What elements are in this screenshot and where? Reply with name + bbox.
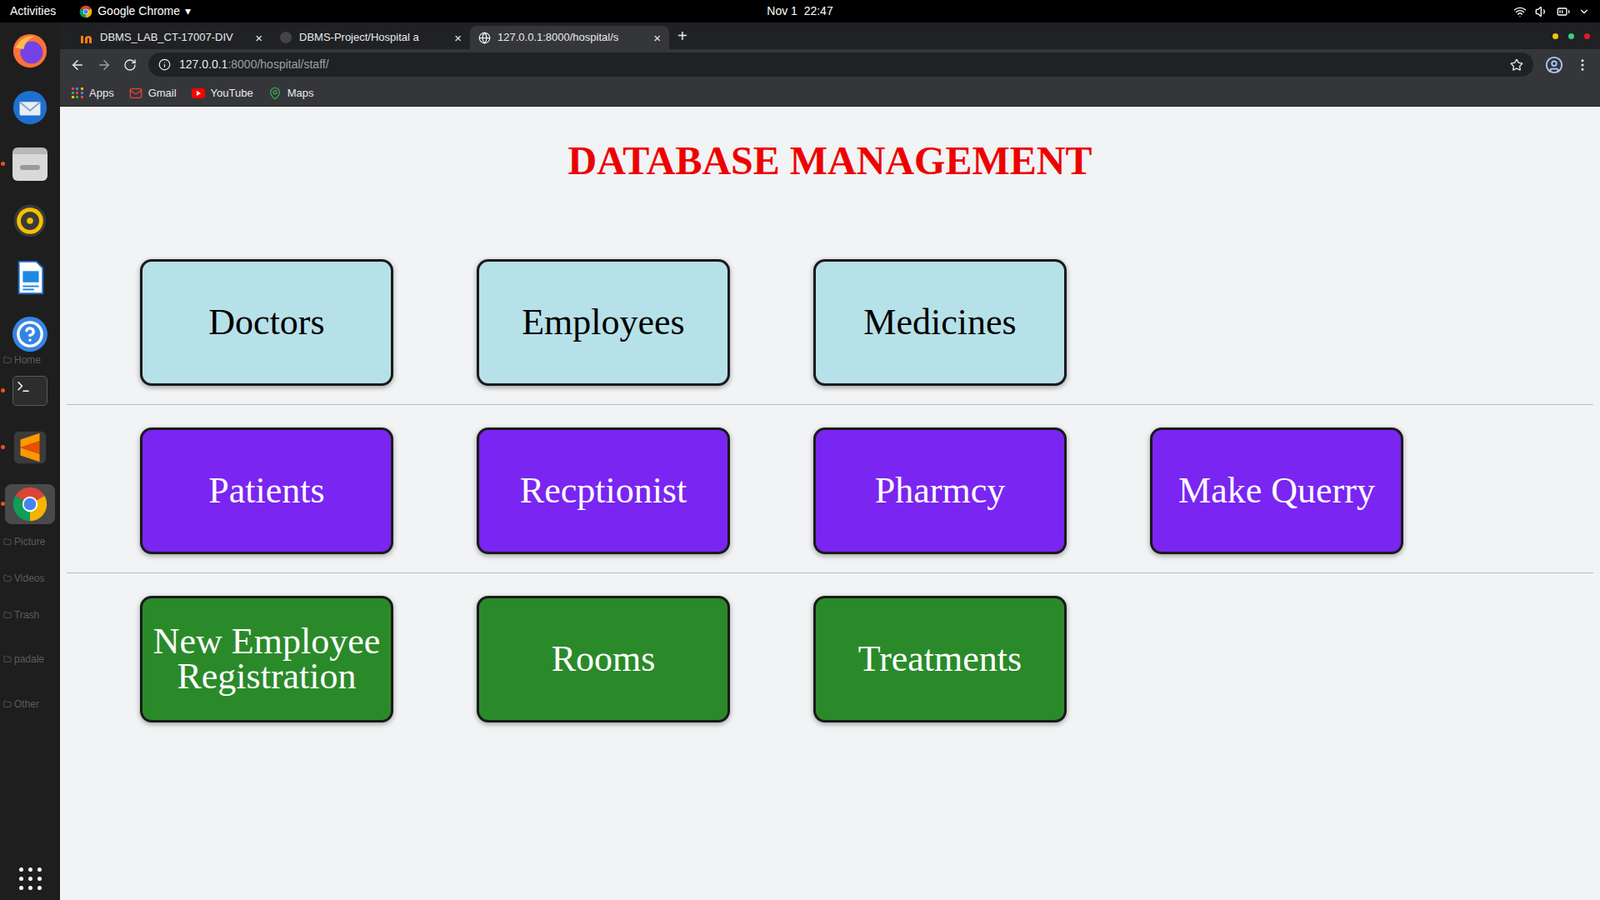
menu-button[interactable]: Treatments [813,595,1067,723]
moodle-icon [80,30,94,45]
menu-button[interactable]: Rooms [476,595,730,723]
dock-item[interactable] [5,484,55,525]
behind-label: padale [3,651,45,667]
profile-icon[interactable] [1545,55,1564,75]
close-dot[interactable] [1584,33,1590,40]
menu-button[interactable]: Employees [476,259,730,386]
writer-icon [10,258,50,297]
tab-bar: DBMS_LAB_CT-17007-DIV×DBMS-Project/Hospi… [60,22,1600,50]
files-icon [12,147,48,181]
tab-close-button[interactable]: × [653,31,661,45]
button-row: New Employee Registration Rooms Treatments [60,595,1600,723]
new-tab-button[interactable]: + [677,27,688,45]
tab[interactable]: 127.0.0.1:8000/hospital/s× [470,25,670,50]
github-icon [279,30,293,45]
row-divider [66,404,1594,405]
menu-button[interactable]: Make Querry [1150,427,1404,555]
running-dot [0,388,5,393]
tray-caret-icon [1578,5,1590,18]
button-row: Doctors Employees Medicines [60,259,1600,386]
app-menu[interactable]: Google Chrome▾ [79,2,191,20]
clock[interactable]: Nov 1 22:47 [766,2,833,20]
maps-icon [268,86,282,100]
youtube-icon [191,88,205,99]
page-title: DATABASE MANAGEMENT [60,106,1600,186]
chrome-icon [11,485,49,523]
activities-button[interactable]: Activities [10,2,56,20]
tab[interactable]: DBMS-Project/Hospital a× [270,25,470,50]
show-apps-icon[interactable] [19,867,42,890]
dock-item[interactable] [5,200,55,241]
battery-icon [1556,5,1570,19]
menu-button[interactable]: Medicines [813,259,1067,386]
maximize-dot[interactable] [1568,33,1575,40]
row-divider [66,572,1594,574]
bookmark[interactable]: YouTube [191,85,254,102]
running-dot [0,445,5,450]
menu-button[interactable]: Doctors [140,259,394,386]
apps-icon [71,87,84,100]
sublime-icon [10,428,50,467]
toolbar: 127.0.0.1:8000/hospital/staff/ [60,49,1600,80]
behind-label: Trash [3,607,40,623]
dock-item[interactable] [5,30,55,71]
app-chrome-icon [79,5,93,19]
system-tray[interactable] [1063,5,1590,19]
bookmark[interactable]: Gmail [129,85,177,102]
menu-button[interactable]: New Employee Registration [140,595,394,723]
behind-label: Other [3,696,40,712]
browser-window: DBMS_LAB_CT-17007-DIV×DBMS-Project/Hospi… [60,22,1600,900]
dock-item[interactable] [5,314,55,355]
terminal-icon [12,375,48,406]
page: DATABASE MANAGEMENT Doctors Employees Medic… [60,106,1600,900]
dock-item[interactable] [5,427,55,468]
gmail-icon [129,86,143,100]
top-bar: Activities Google Chrome▾ Nov 1 22:47 [0,0,1600,23]
help-icon [12,316,48,352]
dock-item[interactable] [5,257,55,298]
tab-close-button[interactable]: × [255,31,263,45]
site-info-icon[interactable] [158,58,171,71]
menu-button[interactable]: Pharmcy [813,427,1067,555]
behind-label: Home [3,352,41,368]
firefox-icon [10,31,50,70]
behind-label: Picture [3,534,45,550]
minimize-dot[interactable] [1552,33,1559,40]
desktop: Activities Google Chrome▾ Nov 1 22:47 Home P… [0,0,1600,900]
forward-icon[interactable] [96,57,112,73]
rhythmbox-icon [10,201,50,240]
bookmark[interactable]: Apps [71,85,115,102]
menu-button[interactable]: Recptionist [476,427,730,555]
wifi-icon [1513,5,1527,19]
dock-item[interactable] [5,370,55,411]
menu-icon[interactable] [1575,57,1590,73]
menu-button[interactable]: Patients [140,427,394,555]
address-bar[interactable]: 127.0.0.1:8000/hospital/staff/ [148,52,1534,77]
button-row: Patients Recptionist Pharmcy Make Querry [60,427,1600,555]
bookmark[interactable]: Maps [268,85,315,102]
back-icon[interactable] [70,57,85,73]
reload-icon[interactable] [123,58,137,72]
dock-item[interactable] [5,144,55,185]
dock-item[interactable] [5,87,55,128]
running-dot [0,161,5,166]
behind-label: Videos [3,570,45,586]
tab-close-button[interactable]: × [454,31,462,45]
bookmark-star-icon[interactable] [1510,58,1524,72]
bookmarks-bar: Apps Gmail YouTube Maps [60,80,1600,107]
volume-icon [1535,5,1549,19]
tab[interactable]: DBMS_LAB_CT-17007-DIV× [71,25,271,50]
dock: Home Picture Videos Trash padale Other [0,22,60,900]
globe-icon [478,31,491,45]
thunderbird-icon [10,88,50,127]
running-dot [0,501,5,506]
